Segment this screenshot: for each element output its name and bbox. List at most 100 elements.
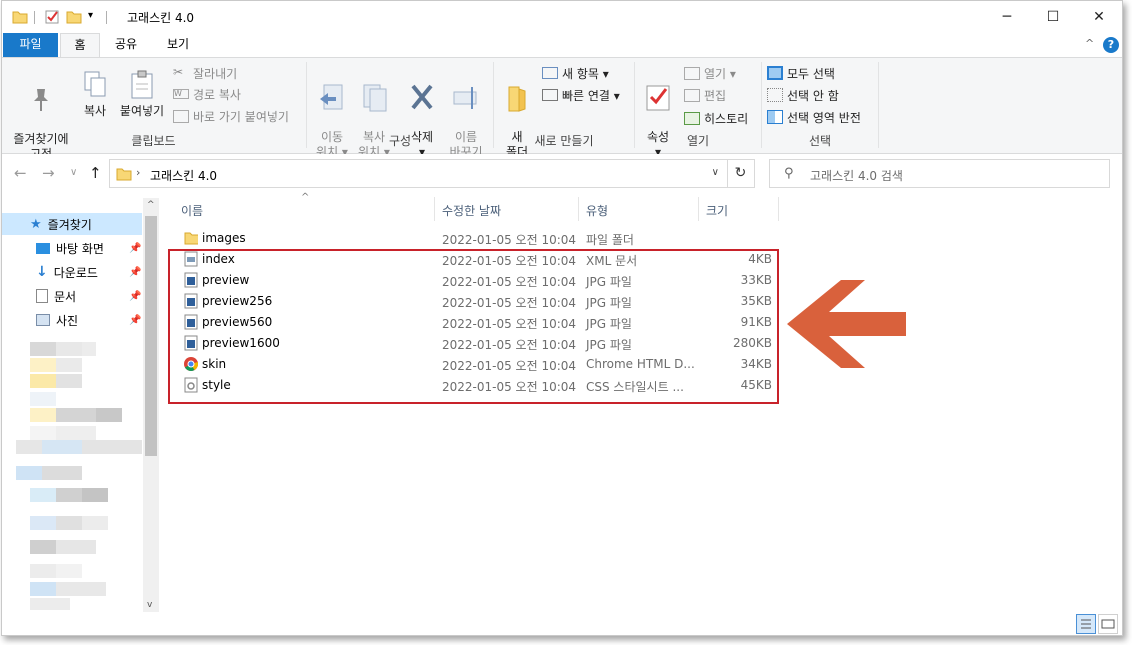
address-bar[interactable]: › 고래스킨 4.0 ∨ (109, 159, 728, 188)
new-item-button[interactable]: 새 항목 ▾ (542, 63, 609, 83)
large-icons-view-button[interactable] (1098, 614, 1118, 634)
maximize-button[interactable]: ☐ (1030, 1, 1076, 33)
paste-shortcut-button[interactable]: 바로 가기 붙여넣기 (173, 106, 289, 126)
tab-file[interactable]: 파일 (3, 33, 58, 57)
select-all-icon (767, 66, 783, 80)
move-to-icon (320, 84, 343, 110)
customize-quick-access-icon[interactable]: ▾ (88, 10, 93, 21)
table-row[interactable]: images 2022-01-05 오전 10:04 파일 폴더 (172, 228, 782, 249)
easy-access-button[interactable]: 빠른 연결 ▾ (542, 85, 620, 105)
details-view-icon (1081, 619, 1091, 629)
column-header-name[interactable]: 이름 (181, 202, 203, 224)
divider (34, 11, 35, 24)
navigation-pane: ★ 즐겨찾기 바탕 화면 📌 ↓ 다운로드 📌 문서 📌 사진 📌 ^ v (2, 194, 159, 614)
nav-item-documents[interactable]: 문서 (2, 285, 142, 307)
search-icon: ⚲ (784, 166, 794, 181)
cut-button[interactable]: ✂ 잘라내기 (173, 63, 237, 83)
history-button[interactable]: 히스토리 (684, 108, 748, 128)
details-view-button[interactable] (1076, 614, 1096, 634)
search-input[interactable]: 고래스킨 4.0 검색 (810, 167, 903, 184)
obscured-nav-items (16, 342, 142, 610)
column-header-size[interactable]: 크기 (706, 202, 728, 224)
desktop-icon (36, 242, 50, 254)
properties-icon (646, 85, 670, 111)
column-divider[interactable] (698, 197, 699, 221)
download-icon: ↓ (36, 264, 48, 280)
close-button[interactable]: ✕ (1076, 1, 1122, 33)
pin-icon[interactable]: 📌 (129, 243, 141, 254)
group-label-select: 선택 (808, 134, 832, 148)
minimize-button[interactable]: ─ (984, 1, 1030, 33)
column-divider[interactable] (578, 197, 579, 221)
scroll-up-icon[interactable]: ^ (147, 200, 155, 210)
pin-icon[interactable]: 📌 (129, 315, 141, 326)
paste-icon (131, 70, 153, 99)
tab-share[interactable]: 공유 (106, 33, 146, 57)
select-all-button[interactable]: 모두 선택 (767, 63, 835, 83)
nav-item-quick-access[interactable]: ★ 즐겨찾기 (2, 213, 142, 235)
nav-item-desktop[interactable]: 바탕 화면 (2, 237, 142, 259)
edit-button[interactable]: 편집 (684, 85, 726, 105)
tab-home[interactable]: 홈 (60, 33, 100, 58)
folder-icon (116, 168, 132, 181)
divider (106, 11, 107, 24)
invert-selection-button[interactable]: 선택 영역 반전 (767, 107, 861, 127)
help-icon[interactable]: ? (1103, 37, 1119, 53)
new-folder-icon (508, 86, 526, 112)
nav-item-downloads[interactable]: ↓ 다운로드 (2, 261, 142, 283)
select-none-button[interactable]: 선택 안 함 (767, 85, 839, 105)
navigation-bar: ← → ∨ ↑ › 고래스킨 4.0 ∨ ↻ ⚲ 고래스킨 4.0 검색 (2, 154, 1122, 194)
breadcrumb-path[interactable]: 고래스킨 4.0 (150, 167, 217, 184)
title-bar: ▾ 고래스킨 4.0 ─ ☐ ✕ (2, 1, 1122, 33)
pin-icon[interactable]: 📌 (129, 267, 141, 278)
open-button[interactable]: 열기 ▾ (684, 63, 736, 83)
copy-path-icon: W (173, 89, 189, 99)
new-folder-icon[interactable] (66, 9, 82, 25)
group-label-new: 새로 만들기 (534, 134, 594, 148)
properties-icon[interactable] (44, 9, 60, 25)
highlight-box (168, 249, 779, 404)
collapse-ribbon-icon[interactable]: ^ (1085, 37, 1094, 50)
delete-icon (411, 84, 433, 110)
paste-button[interactable]: 붙여넣기 (116, 70, 168, 119)
open-icon (684, 66, 700, 80)
up-arrow-icon[interactable]: ↑ (89, 164, 102, 182)
document-icon (36, 289, 48, 303)
chevron-down-icon[interactable]: ∨ (712, 167, 719, 178)
copy-button[interactable]: 복사 (78, 70, 112, 119)
nav-pane-scrollbar[interactable]: ^ v (143, 198, 159, 612)
column-header-date[interactable]: 수정한 날짜 (442, 202, 501, 224)
edit-icon (684, 88, 700, 102)
back-arrow-icon[interactable]: ← (14, 164, 27, 182)
scissors-icon: ✂ (173, 65, 184, 79)
rename-icon (453, 87, 477, 109)
invert-selection-icon (767, 110, 783, 124)
scrollbar-thumb[interactable] (145, 216, 157, 456)
group-label-clipboard: 클립보드 (131, 134, 176, 148)
star-icon: ★ (30, 216, 42, 232)
folder-icon (12, 11, 28, 24)
easy-access-icon (542, 89, 558, 101)
recent-locations-icon[interactable]: ∨ (70, 167, 77, 178)
new-item-icon (542, 67, 558, 79)
column-header-type[interactable]: 유형 (586, 202, 608, 224)
column-divider[interactable] (778, 197, 779, 221)
sort-ascending-icon: ^ (301, 192, 310, 203)
window-title: 고래스킨 4.0 (127, 11, 195, 25)
tab-view[interactable]: 보기 (158, 33, 198, 57)
status-bar (2, 614, 1122, 635)
refresh-icon: ↻ (734, 165, 747, 181)
ribbon: 즐겨찾기에 고정 복사 붙여넣기 ✂잘라내기 W경로 복사 바로 가기 붙여넣기… (2, 57, 1122, 161)
copy-path-button[interactable]: W 경로 복사 (173, 84, 241, 104)
forward-arrow-icon[interactable]: → (42, 164, 55, 182)
search-box[interactable]: ⚲ 고래스킨 4.0 검색 (769, 159, 1110, 188)
column-divider[interactable] (434, 197, 435, 221)
scroll-down-icon[interactable]: v (147, 600, 152, 610)
breadcrumb-chevron-icon: › (136, 166, 141, 179)
paste-shortcut-icon (173, 109, 189, 123)
refresh-button[interactable]: ↻ (727, 159, 755, 188)
group-label-organize: 구성 (388, 134, 412, 148)
pin-icon[interactable]: 📌 (129, 291, 141, 302)
file-type: 파일 폴더 (586, 233, 634, 247)
folder-icon (184, 232, 198, 245)
